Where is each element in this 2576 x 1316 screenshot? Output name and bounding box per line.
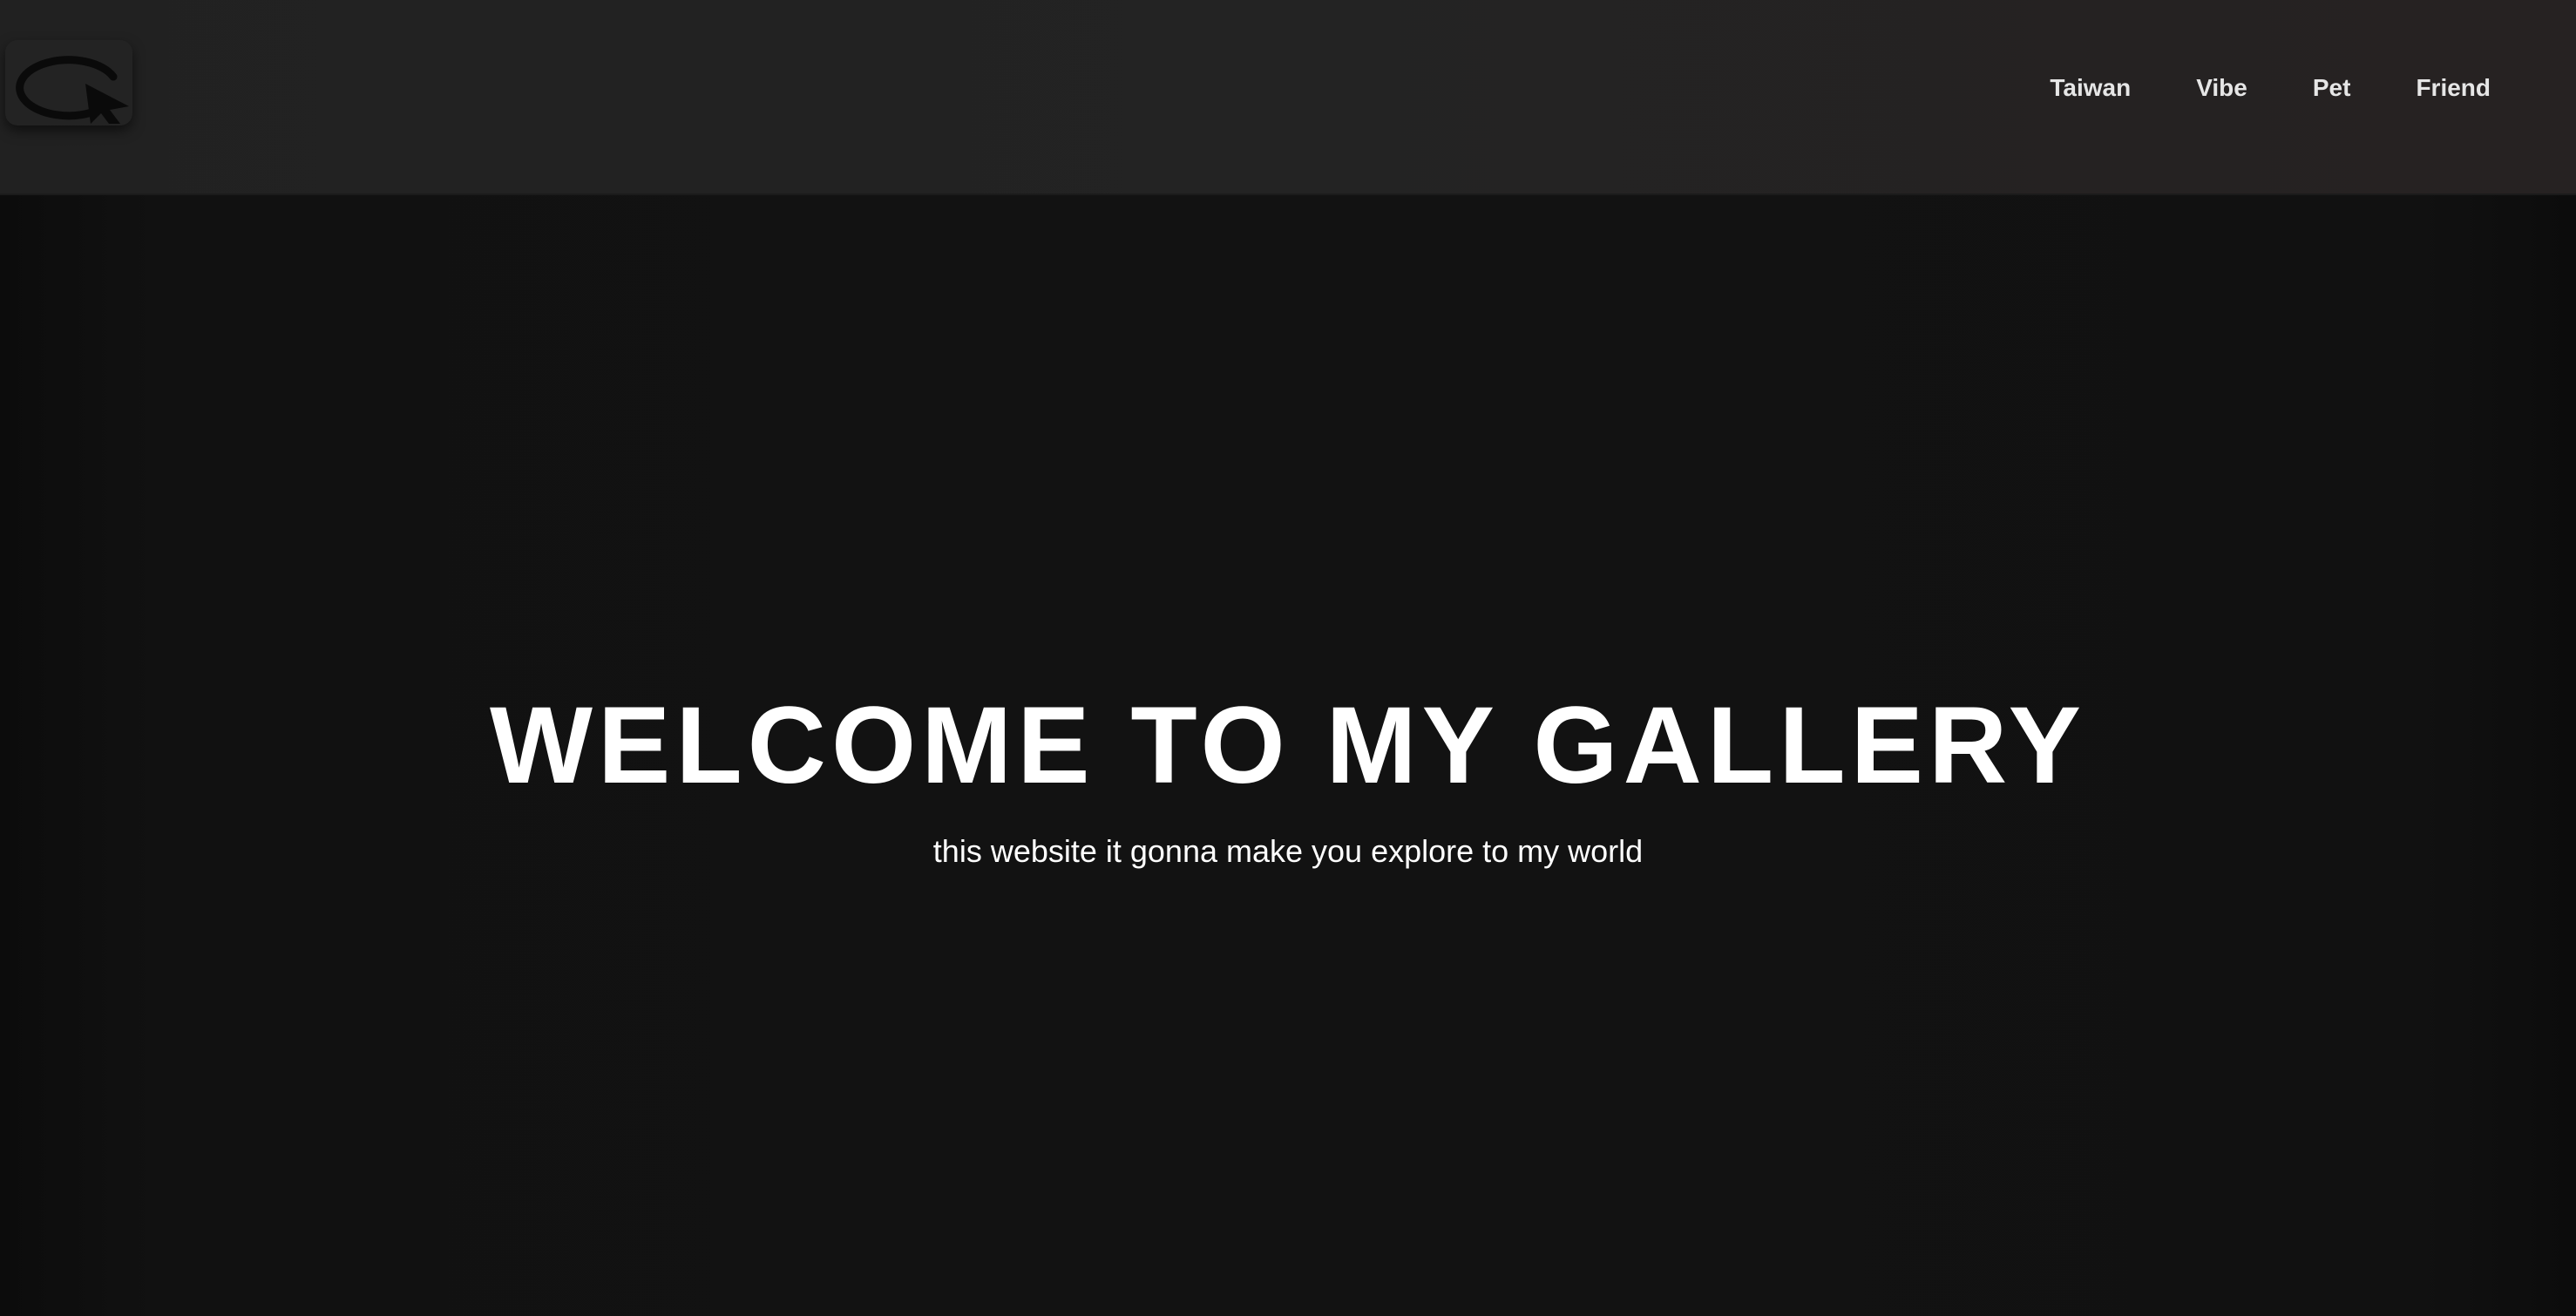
nav-link-vibe[interactable]: Vibe [2196, 74, 2247, 102]
nav-link-taiwan[interactable]: Taiwan [2050, 74, 2131, 102]
navbar: Taiwan Vibe Pet Friend [0, 0, 2576, 195]
hero-section: WELCOME TO MY GALLERY this website it go… [0, 195, 2576, 1316]
nav-link-friend[interactable]: Friend [2416, 74, 2491, 102]
hero-subtitle: this website it gonna make you explore t… [932, 833, 1644, 869]
nav-menu: Taiwan Vibe Pet Friend [1984, 0, 2491, 176]
logo-button[interactable] [5, 40, 132, 125]
page: Taiwan Vibe Pet Friend WELCOME TO MY GAL… [0, 0, 2576, 1316]
refresh-cursor-icon [16, 56, 129, 124]
nav-link-pet[interactable]: Pet [2313, 74, 2351, 102]
hero-title: WELCOME TO MY GALLERY [489, 685, 2087, 806]
